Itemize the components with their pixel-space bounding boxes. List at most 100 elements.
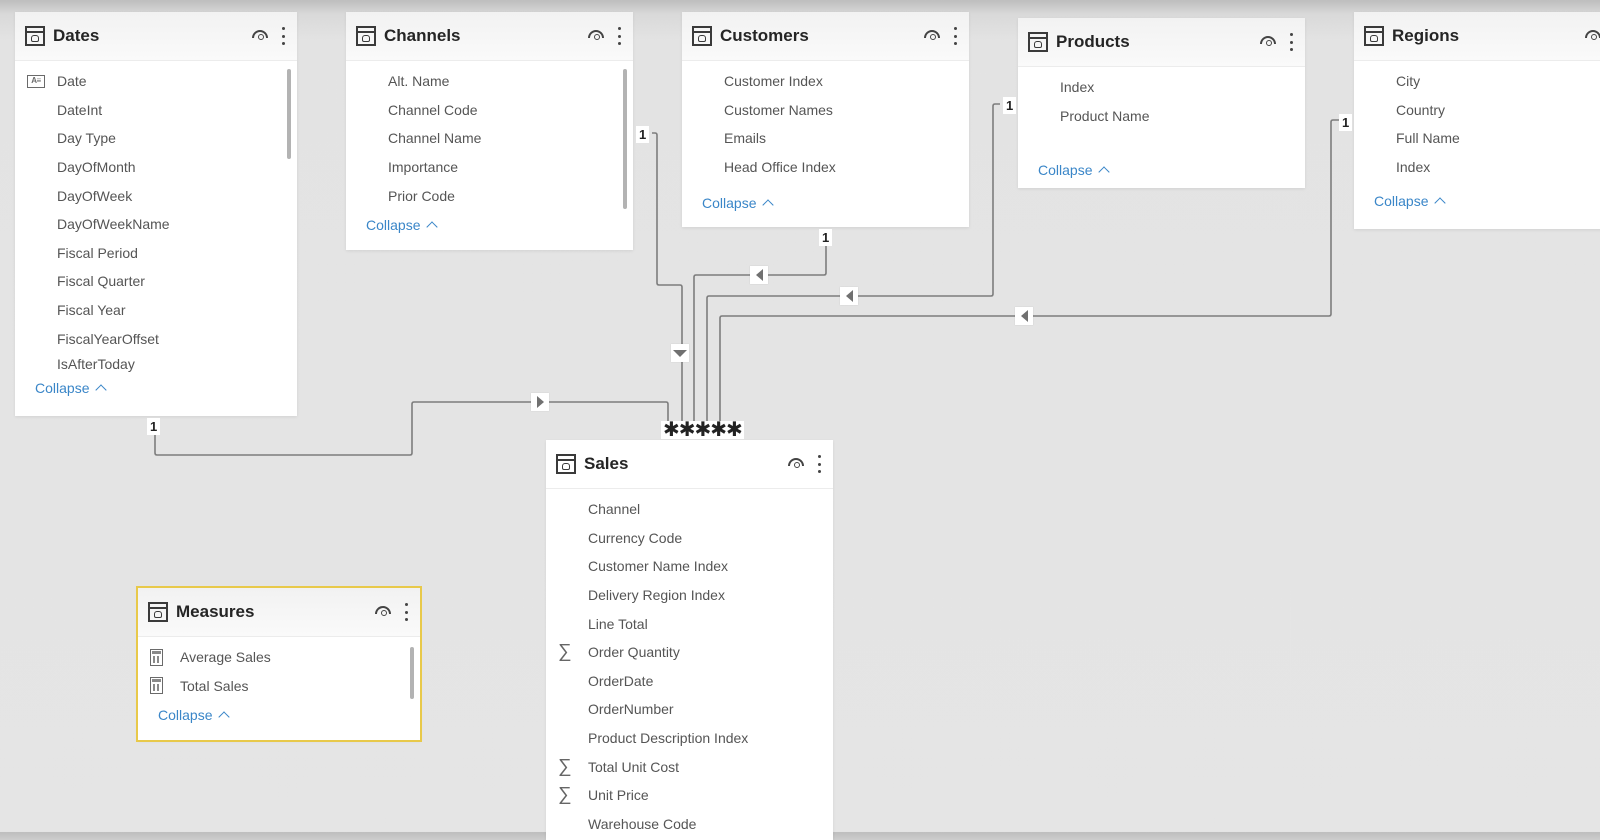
field-item[interactable]: Channel Code: [346, 96, 633, 125]
visibility-eye-icon[interactable]: [374, 605, 394, 619]
more-options-icon[interactable]: [279, 26, 287, 46]
collapse-button[interactable]: Collapse: [1038, 162, 1111, 178]
table-title: Customers: [720, 26, 809, 45]
table-card-products[interactable]: Products Index Product Name Collapse: [1018, 18, 1305, 188]
cardinality-one-channels: 1: [636, 126, 650, 143]
table-title: Measures: [176, 602, 255, 621]
field-item[interactable]: Index: [1018, 73, 1305, 102]
field-item[interactable]: Currency Code: [546, 524, 833, 553]
filter-direction-arrow-channels[interactable]: [671, 344, 689, 362]
field-item[interactable]: DateInt: [15, 96, 297, 125]
field-item[interactable]: Country: [1354, 96, 1600, 125]
cardinality-many-sales: ✱✱✱✱✱: [661, 419, 744, 441]
field-item[interactable]: DayOfMonth: [15, 153, 297, 182]
collapse-button[interactable]: Collapse: [158, 707, 231, 723]
sigma-icon: ∑: [558, 755, 572, 777]
field-item[interactable]: OrderNumber: [546, 695, 833, 724]
field-item[interactable]: DayOfWeekName: [15, 210, 297, 239]
field-item[interactable]: Channel: [546, 495, 833, 524]
chevron-up-icon: [762, 199, 775, 212]
field-item[interactable]: ∑ Order Quantity: [546, 638, 833, 667]
table-header-sales[interactable]: Sales: [546, 440, 833, 489]
field-list: Average Sales Total Sales Collapse: [138, 637, 420, 730]
arrow-left-icon: [845, 290, 853, 302]
field-item[interactable]: Product Name: [1018, 102, 1305, 131]
table-card-customers[interactable]: Customers Customer Index Customer Names …: [682, 12, 969, 227]
chevron-up-icon: [1434, 197, 1447, 210]
field-item[interactable]: Channel Name: [346, 124, 633, 153]
collapse-button[interactable]: Collapse: [35, 380, 108, 396]
scrollbar[interactable]: [623, 69, 627, 209]
field-list: City Country Full Name Index Collapse: [1354, 61, 1600, 221]
more-options-icon[interactable]: [815, 454, 823, 474]
table-title: Channels: [384, 26, 461, 45]
collapse-button[interactable]: Collapse: [702, 195, 775, 212]
more-options-icon[interactable]: [615, 26, 623, 46]
field-item[interactable]: Customer Name Index: [546, 552, 833, 581]
table-header-dates[interactable]: Dates: [15, 12, 297, 61]
table-icon: [1364, 26, 1384, 46]
field-item[interactable]: Line Total: [546, 609, 833, 638]
field-item[interactable]: Day Type: [15, 124, 297, 153]
field-item[interactable]: OrderDate: [546, 667, 833, 696]
model-view-canvas[interactable]: Dates A≡ Date DateInt Day Type DayOfMonth…: [0, 0, 1600, 840]
more-options-icon[interactable]: [402, 602, 410, 622]
field-item[interactable]: ∑ Unit Price: [546, 781, 833, 810]
field-item[interactable]: Fiscal Year: [15, 296, 297, 325]
field-item[interactable]: FiscalYearOffset: [15, 324, 297, 353]
scrollbar[interactable]: [287, 69, 291, 159]
field-item[interactable]: Customer Names: [682, 96, 969, 125]
table-header-measures[interactable]: Measures: [138, 588, 420, 637]
field-item[interactable]: Full Name: [1354, 124, 1600, 153]
visibility-eye-icon[interactable]: [1584, 29, 1600, 43]
more-options-icon[interactable]: [1287, 32, 1295, 52]
field-item[interactable]: DayOfWeek: [15, 181, 297, 210]
table-icon: [556, 454, 576, 474]
field-item[interactable]: Product Description Index: [546, 724, 833, 753]
field-item[interactable]: IsAfterToday: [15, 353, 297, 375]
table-card-regions[interactable]: Regions City Country Full Name Index Col…: [1354, 12, 1600, 229]
field-item[interactable]: Alt. Name: [346, 67, 633, 96]
field-item[interactable]: Delivery Region Index: [546, 581, 833, 610]
filter-direction-arrow-regions[interactable]: [1015, 307, 1033, 325]
more-options-icon[interactable]: [951, 26, 959, 46]
field-item[interactable]: ∑ Total Unit Cost: [546, 752, 833, 781]
collapse-button[interactable]: Collapse: [1374, 193, 1447, 210]
filter-direction-arrow-products[interactable]: [840, 287, 858, 305]
field-list: Alt. Name Channel Code Channel Name Impo…: [346, 61, 633, 240]
scrollbar[interactable]: [410, 647, 414, 699]
table-card-measures[interactable]: Measures Average Sales Total Sales Colla…: [136, 586, 422, 742]
table-icon: [25, 26, 45, 46]
field-item[interactable]: Prior Code: [346, 181, 633, 210]
field-item[interactable]: Average Sales: [138, 643, 420, 672]
visibility-eye-icon[interactable]: [1259, 35, 1279, 49]
filter-direction-arrow-dates[interactable]: [531, 393, 549, 411]
field-item[interactable]: Index: [1354, 153, 1600, 182]
field-item[interactable]: Warehouse Code: [546, 810, 833, 839]
field-item[interactable]: City: [1354, 67, 1600, 96]
field-item[interactable]: A≡ Date: [15, 67, 297, 96]
field-item[interactable]: Importance: [346, 153, 633, 182]
visibility-eye-icon[interactable]: [787, 457, 807, 471]
table-header-products[interactable]: Products: [1018, 18, 1305, 67]
visibility-eye-icon[interactable]: [923, 29, 943, 43]
table-card-sales[interactable]: Sales Channel Currency Code Customer Nam…: [546, 440, 833, 840]
field-item[interactable]: Head Office Index: [682, 153, 969, 182]
table-header-customers[interactable]: Customers: [682, 12, 969, 61]
sigma-icon: ∑: [558, 641, 572, 663]
field-item[interactable]: Customer Index: [682, 67, 969, 96]
collapse-button[interactable]: Collapse: [366, 217, 439, 233]
visibility-eye-icon[interactable]: [587, 29, 607, 43]
table-header-regions[interactable]: Regions: [1354, 12, 1600, 61]
table-header-channels[interactable]: Channels: [346, 12, 633, 61]
calculator-icon: [150, 677, 180, 695]
visibility-eye-icon[interactable]: [251, 29, 271, 43]
field-item[interactable]: Fiscal Period: [15, 239, 297, 268]
table-card-channels[interactable]: Channels Alt. Name Channel Code Channel …: [346, 12, 633, 250]
filter-direction-arrow-customers[interactable]: [750, 266, 768, 284]
field-item[interactable]: Total Sales: [138, 672, 420, 701]
field-item[interactable]: Fiscal Quarter: [15, 267, 297, 296]
table-title: Dates: [53, 26, 100, 45]
table-card-dates[interactable]: Dates A≡ Date DateInt Day Type DayOfMonth…: [15, 12, 297, 416]
field-item[interactable]: Emails: [682, 124, 969, 153]
